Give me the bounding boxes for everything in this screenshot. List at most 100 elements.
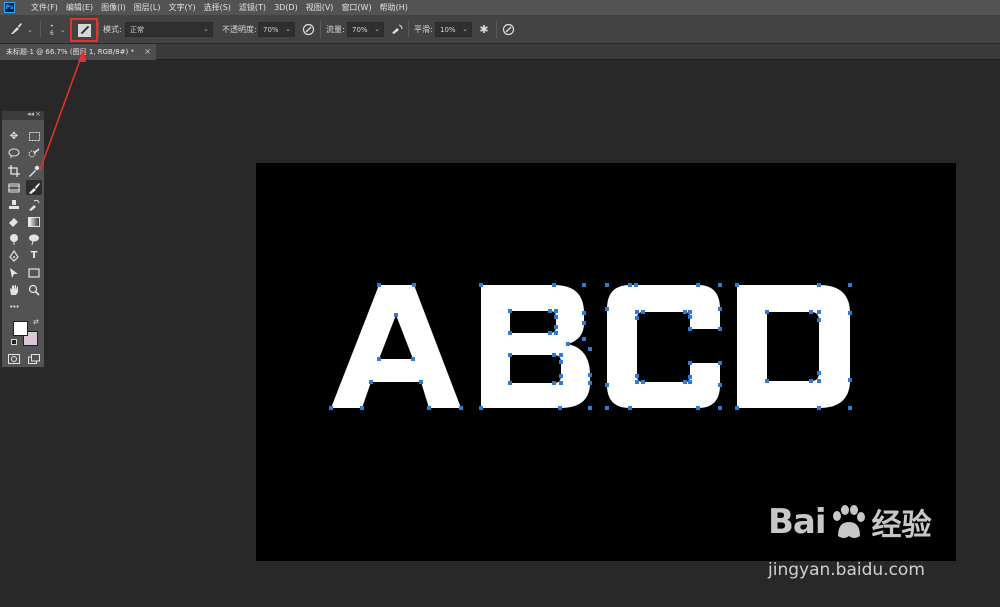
blur-tool-icon[interactable] (6, 231, 22, 246)
anchor-point (508, 353, 512, 357)
anchor-point (582, 311, 586, 315)
brush-tool-preset-icon[interactable] (8, 21, 24, 37)
anchor-point (683, 380, 687, 384)
pen-tool-icon[interactable] (6, 248, 22, 263)
collapse-icon[interactable]: ◂◂ (27, 110, 34, 118)
eraser-tool-icon[interactable] (6, 214, 22, 229)
anchor-point (688, 327, 692, 331)
divider (496, 21, 497, 38)
menu-3d[interactable]: 3D(D) (274, 3, 298, 12)
divider (408, 21, 409, 38)
dodge-tool-icon[interactable] (26, 231, 42, 246)
menu-type[interactable]: 文字(Y) (168, 2, 195, 13)
anchor-point (559, 360, 563, 364)
airbrush-icon[interactable] (389, 21, 405, 37)
type-tool-icon[interactable]: T (26, 248, 42, 263)
pressure-size-icon[interactable] (500, 21, 516, 37)
menu-filter[interactable]: 滤镜(T) (239, 2, 266, 13)
document-title: 未标题-1 @ 66.7% (图层 1, RGB/8#) * (6, 48, 134, 56)
quick-mask-icon[interactable] (6, 351, 22, 366)
anchor-point (718, 283, 722, 287)
screen-mode-icon[interactable] (26, 351, 42, 366)
pressure-opacity-icon[interactable] (300, 21, 316, 37)
lasso-tool-icon[interactable] (6, 146, 22, 161)
menu-image[interactable]: 图像(I) (101, 2, 126, 13)
anchor-point (412, 283, 416, 287)
anchor-point (696, 406, 700, 410)
letter-d (737, 285, 850, 408)
menu-select[interactable]: 选择(S) (204, 2, 231, 13)
anchor-point (688, 380, 692, 384)
letter-c (607, 285, 720, 408)
anchor-point (635, 374, 639, 378)
close-icon[interactable]: × (35, 110, 41, 118)
anchor-point (817, 371, 821, 375)
stamp-tool-icon[interactable] (6, 197, 22, 212)
menu-window[interactable]: 窗口(W) (341, 2, 371, 13)
chevron-down-icon[interactable]: ⌄ (60, 15, 66, 44)
brush-panel-toggle-button[interactable] (70, 18, 98, 42)
close-icon[interactable]: × (144, 47, 151, 56)
anchor-point (552, 283, 556, 287)
eyedropper-tool-icon[interactable] (26, 163, 42, 178)
anchor-point (360, 406, 364, 410)
anchor-point (419, 380, 423, 384)
hand-tool-icon[interactable] (6, 282, 22, 297)
brush-tool-icon[interactable] (26, 180, 42, 195)
history-brush-tool-icon[interactable] (26, 197, 42, 212)
divider (320, 21, 321, 38)
anchor-point (479, 406, 483, 410)
gradient-tool-icon[interactable] (26, 214, 42, 229)
opacity-field[interactable]: 70% ⌄ (258, 22, 295, 37)
mode-label: 模式: (103, 25, 122, 34)
chevron-down-icon[interactable]: ⌄ (27, 15, 33, 44)
tab-document[interactable]: 未标题-1 @ 66.7% (图层 1, RGB/8#) * × (0, 44, 156, 60)
quick-selection-tool-icon[interactable] (26, 146, 42, 161)
brush-size-picker[interactable]: • 6 (50, 15, 54, 44)
anchor-point (377, 283, 381, 287)
anchor-point (765, 379, 769, 383)
anchor-point (554, 315, 558, 319)
crop-tool-icon[interactable] (6, 163, 22, 178)
watermark-url: jingyan.baidu.com (768, 560, 925, 580)
anchor-point (817, 283, 821, 287)
anchor-point (718, 383, 722, 387)
zoom-tool-icon[interactable] (26, 282, 42, 297)
anchor-point (809, 379, 813, 383)
menu-help[interactable]: 帮助(H) (380, 2, 408, 13)
anchor-point (809, 310, 813, 314)
anchor-point (718, 327, 722, 331)
anchor-point (817, 310, 821, 314)
menu-edit[interactable]: 编辑(E) (66, 2, 93, 13)
chevron-down-icon: ⌄ (203, 25, 209, 33)
menu-view[interactable]: 视图(V) (306, 2, 334, 13)
anchor-point (582, 321, 586, 325)
anchor-point (641, 380, 645, 384)
anchor-point (688, 375, 692, 379)
anchor-point (554, 309, 558, 313)
gear-icon[interactable]: ✱ (476, 21, 492, 37)
foreground-color-swatch[interactable] (13, 321, 28, 336)
default-colors-icon[interactable] (11, 339, 17, 345)
chevron-down-icon: ⌄ (462, 25, 468, 33)
menu-file[interactable]: 文件(F) (31, 2, 58, 13)
anchor-point (394, 313, 398, 317)
move-tool-icon[interactable]: ✥ (6, 129, 22, 144)
rectangle-tool-icon[interactable] (26, 265, 42, 280)
marquee-tool-icon[interactable] (26, 129, 42, 144)
flow-field[interactable]: 70% ⌄ (347, 22, 384, 37)
frame-tool-icon[interactable] (6, 180, 22, 195)
anchor-point (817, 318, 821, 322)
smoothing-field[interactable]: 10% ⌄ (435, 22, 472, 37)
path-selection-tool-icon[interactable] (6, 265, 22, 280)
more-tools-icon[interactable]: ••• (6, 299, 22, 314)
anchor-point (588, 347, 592, 351)
anchor-point (765, 310, 769, 314)
opacity-value: 70% (263, 25, 279, 34)
mode-dropdown[interactable]: 正常 ⌄ (125, 22, 213, 37)
menu-layer[interactable]: 图层(L) (134, 2, 161, 13)
anchor-point (848, 406, 852, 410)
tools-panel-header[interactable]: ◂◂ × (2, 110, 44, 120)
swap-colors-icon[interactable]: ⇄ (33, 318, 39, 326)
brush-dot-icon: • (50, 22, 54, 30)
